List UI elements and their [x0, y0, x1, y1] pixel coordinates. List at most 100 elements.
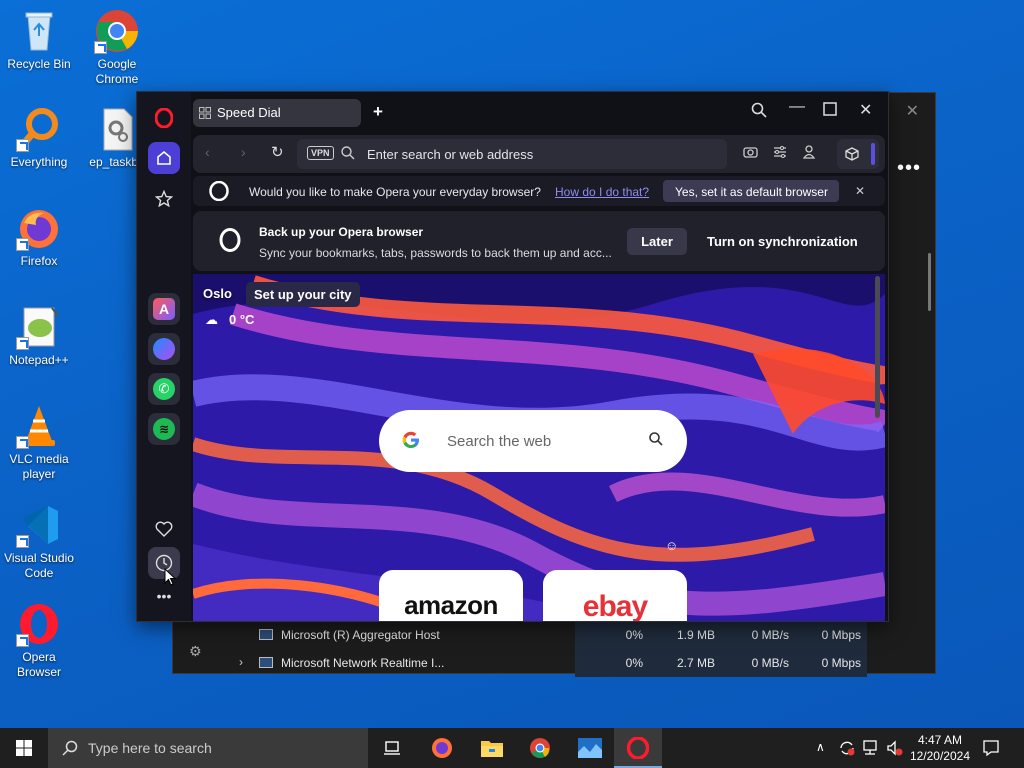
table-row[interactable]: › Microsoft Network Realtime I... 0% 2.7…: [173, 649, 873, 677]
desktop-icon-label: Visual Studio Code: [4, 551, 74, 580]
desktop-icon-opera[interactable]: Opera Browser: [2, 601, 76, 680]
camera-icon[interactable]: [743, 145, 758, 161]
address-bar[interactable]: VPN Enter search or web address: [297, 139, 727, 169]
taskbar-file-explorer[interactable]: [468, 728, 516, 768]
tab-speed-dial[interactable]: Speed Dial: [193, 99, 361, 127]
chevron-right-icon[interactable]: ›: [239, 655, 243, 669]
profile-icon[interactable]: [802, 145, 816, 162]
network-value: 0 Mbps: [821, 628, 861, 642]
clock-date: 12/20/2024: [909, 749, 970, 763]
taskbar-search-box[interactable]: Type here to search: [48, 728, 368, 768]
turn-on-sync-button[interactable]: Turn on synchronization: [707, 234, 858, 249]
search-icon: [341, 146, 355, 165]
more-options-icon[interactable]: •••: [897, 157, 921, 180]
web-search-box[interactable]: Search the web: [379, 410, 687, 472]
tab-label: Speed Dial: [217, 105, 281, 120]
opera-logo-icon: [219, 228, 241, 257]
search-icon[interactable]: [649, 432, 663, 449]
back-icon[interactable]: ‹: [205, 144, 210, 160]
task-view-icon: [384, 741, 400, 755]
messenger-icon[interactable]: [148, 333, 180, 365]
weather-cloud-icon: ☁: [205, 312, 218, 327]
accent-indicator: [871, 143, 875, 165]
firefox-icon: [432, 738, 452, 758]
memory-value: 1.9 MB: [676, 628, 715, 642]
speed-dial-tile-amazon[interactable]: amazon: [379, 570, 523, 621]
close-icon[interactable]: ✕: [906, 101, 919, 121]
taskbar-opera[interactable]: [614, 728, 662, 768]
system-clock[interactable]: 4:47 AM 12/20/2024: [910, 732, 970, 764]
sync-prompt: Back up your Opera browser Sync your boo…: [193, 211, 885, 271]
forward-icon[interactable]: ›: [241, 144, 246, 160]
desktop-icon-label: Notepad++: [9, 353, 69, 367]
easy-setup-icon[interactable]: [773, 145, 787, 161]
desktop-icon-everything[interactable]: Everything: [2, 106, 76, 170]
opera-icon: [627, 737, 649, 759]
process-icon: [259, 629, 273, 640]
scrollbar[interactable]: [875, 276, 880, 418]
desktop-icon-vlc[interactable]: VLC media player: [2, 403, 76, 482]
desktop-icon-label: Opera Browser: [16, 650, 61, 679]
set-default-button[interactable]: Yes, set it as default browser: [663, 180, 839, 202]
chrome-icon: [530, 738, 550, 758]
taskbar: Type here to search ∧ 4:47 AM 12/20/2024: [0, 728, 1024, 768]
task-view-button[interactable]: [368, 728, 416, 768]
whatsapp-icon[interactable]: ✆: [148, 373, 180, 405]
vlc-icon: [16, 403, 62, 449]
scrollbar[interactable]: [928, 253, 931, 311]
extensions-button[interactable]: [837, 139, 879, 169]
new-tab-plus-icon[interactable]: +: [369, 103, 387, 121]
start-page-wallpaper: Oslo Set up your city ☁ 0 °C Search the …: [193, 274, 885, 621]
speed-dial-tile-ebay[interactable]: ebay: [543, 570, 687, 621]
close-icon[interactable]: ✕: [855, 184, 865, 198]
later-button[interactable]: Later: [627, 228, 687, 255]
process-icon: [259, 657, 273, 668]
home-icon[interactable]: [148, 142, 180, 174]
clock-time: 4:47 AM: [917, 733, 962, 747]
chevron-up-icon[interactable]: ∧: [816, 740, 825, 754]
network-icon[interactable]: [862, 740, 880, 761]
desktop-icon-label: Recycle Bin: [7, 57, 71, 71]
table-row[interactable]: Microsoft (R) Aggregator Host 0% 1.9 MB …: [173, 621, 873, 649]
settings-gear-icon[interactable]: ⚙: [189, 643, 202, 660]
opera-icon: [16, 601, 62, 647]
volume-muted-icon[interactable]: [886, 739, 904, 762]
desktop-icon-notepadpp[interactable]: Notepad++: [2, 304, 76, 368]
opera-browser-window: A ✆ ≋ ••• Speed Dial + — ✕ ‹ › ↻ VPN Ent…: [136, 91, 889, 622]
mouse-cursor-icon: [164, 567, 177, 591]
desktop-icon-chrome[interactable]: Google Chrome: [80, 8, 154, 87]
aria-ai-icon[interactable]: A: [148, 293, 180, 325]
taskbar-firefox[interactable]: [418, 728, 466, 768]
set-up-city-button[interactable]: Set up your city: [246, 282, 360, 307]
notifications-icon[interactable]: [982, 739, 1000, 762]
minimize-icon[interactable]: —: [789, 98, 805, 116]
heart-icon[interactable]: [148, 513, 180, 545]
recycle-bin-icon: [16, 8, 62, 54]
start-button[interactable]: [0, 728, 48, 768]
opera-logo-icon: [209, 180, 229, 204]
opera-sidebar: A ✆ ≋ •••: [137, 92, 191, 621]
desktop-icon-vscode[interactable]: Visual Studio Code: [2, 502, 76, 581]
vscode-icon: [16, 502, 62, 548]
windows-logo-icon: [16, 740, 32, 756]
sync-status-icon[interactable]: [838, 739, 856, 762]
desktop-icon-label: Firefox: [20, 254, 58, 268]
taskbar-search-placeholder: Type here to search: [88, 740, 212, 756]
bookmarks-star-icon[interactable]: [148, 183, 180, 215]
maximize-icon[interactable]: [823, 102, 837, 121]
close-icon[interactable]: ✕: [859, 100, 872, 120]
desktop-icon-firefox[interactable]: Firefox: [2, 205, 76, 269]
spotify-icon[interactable]: ≋: [148, 413, 180, 445]
how-do-i-link[interactable]: How do I do that?: [555, 185, 649, 199]
opera-menu-logo-icon[interactable]: [148, 102, 180, 134]
photo-app-icon: [578, 738, 602, 758]
taskbar-chrome[interactable]: [516, 728, 564, 768]
weather-city[interactable]: Oslo: [203, 286, 232, 301]
search-tabs-icon[interactable]: [751, 102, 767, 123]
smiley-icon[interactable]: ☺: [665, 538, 678, 553]
disk-value: 0 MB/s: [751, 656, 789, 670]
taskbar-app-image[interactable]: [566, 728, 614, 768]
reload-icon[interactable]: ↻: [271, 143, 284, 161]
desktop-icon-recycle-bin[interactable]: Recycle Bin: [2, 8, 76, 72]
vpn-badge[interactable]: VPN: [307, 146, 334, 160]
